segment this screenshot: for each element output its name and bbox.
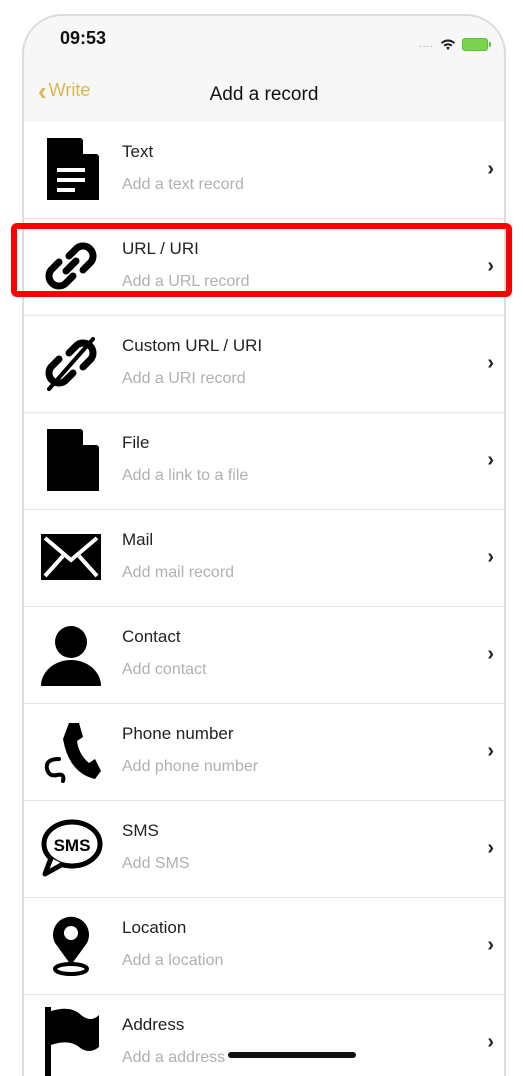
broken-link-icon: [38, 330, 104, 396]
status-bar: 09:53 ....: [24, 16, 504, 72]
signal-icon: ....: [418, 39, 434, 50]
chevron-right-icon: ›: [487, 837, 494, 859]
record-subtitle: Add a location: [122, 952, 224, 969]
person-icon: [38, 621, 104, 687]
chevron-right-icon: ›: [487, 643, 494, 665]
chevron-right-icon: ›: [487, 255, 494, 277]
record-row-location[interactable]: Location Add a location ›: [24, 898, 504, 995]
record-title: Custom URL / URI: [122, 336, 263, 355]
flag-icon: [38, 1007, 104, 1076]
record-type-list: Text Add a text record › URL / URI Add a…: [24, 122, 504, 1076]
map-pin-icon: [38, 912, 104, 978]
file-icon: [38, 427, 104, 493]
sms-bubble-icon: SMS: [38, 815, 104, 881]
record-title: File: [122, 433, 150, 452]
chevron-right-icon: ›: [487, 934, 494, 956]
document-text-icon: [38, 136, 104, 202]
envelope-icon: [38, 524, 104, 590]
record-subtitle: Add phone number: [122, 758, 259, 775]
record-row-contact[interactable]: Contact Add contact ›: [24, 607, 504, 704]
chevron-right-icon: ›: [487, 1031, 494, 1053]
chevron-right-icon: ›: [487, 158, 494, 180]
record-row-sms[interactable]: SMS SMS Add SMS ›: [24, 801, 504, 898]
record-row-text[interactable]: Text Add a text record ›: [24, 122, 504, 219]
page-title: Add a record: [209, 84, 319, 105]
record-title: Contact: [122, 627, 181, 646]
chevron-right-icon: ›: [487, 352, 494, 374]
status-icons: ....: [418, 38, 491, 51]
chevron-right-icon: ›: [487, 740, 494, 762]
phone-icon: [38, 718, 104, 784]
record-subtitle: Add a text record: [122, 176, 244, 193]
status-time: 09:53: [60, 28, 107, 48]
record-row-address[interactable]: Address Add a address ›: [24, 995, 504, 1076]
record-title: URL / URI: [122, 239, 199, 258]
record-subtitle: Add mail record: [122, 564, 235, 581]
record-subtitle: Add contact: [122, 661, 207, 678]
record-subtitle: Add a link to a file: [122, 467, 249, 484]
chevron-right-icon: ›: [487, 449, 494, 471]
record-subtitle: Add a URI record: [122, 370, 246, 387]
record-title: Phone number: [122, 724, 234, 743]
svg-text:SMS: SMS: [54, 836, 91, 855]
battery-icon: [462, 38, 491, 51]
wifi-icon: [441, 39, 455, 50]
record-subtitle: Add a URL record: [122, 273, 250, 290]
record-subtitle: Add SMS: [122, 855, 190, 872]
record-title: Mail: [122, 530, 154, 549]
chevron-right-icon: ›: [487, 546, 494, 568]
navigation-bar: ‹ Write Add a record: [24, 72, 504, 120]
record-row-custom-url[interactable]: Custom URL / URI Add a URI record ›: [24, 316, 504, 413]
record-row-mail[interactable]: Mail Add mail record ›: [24, 510, 504, 607]
record-subtitle: Add a address: [122, 1049, 226, 1066]
record-title: Location: [122, 918, 187, 937]
record-row-file[interactable]: File Add a link to a file ›: [24, 413, 504, 510]
phone-frame: 09:53 .... ‹ Write Add a record Text Add…: [22, 14, 506, 1076]
record-row-phone[interactable]: Phone number Add phone number ›: [24, 704, 504, 801]
record-title: Address: [122, 1015, 185, 1034]
home-indicator[interactable]: [228, 1052, 356, 1058]
record-title: SMS: [122, 821, 159, 840]
link-icon: [38, 233, 104, 299]
record-row-url[interactable]: URL / URI Add a URL record ›: [24, 219, 504, 316]
record-title: Text: [122, 142, 154, 161]
